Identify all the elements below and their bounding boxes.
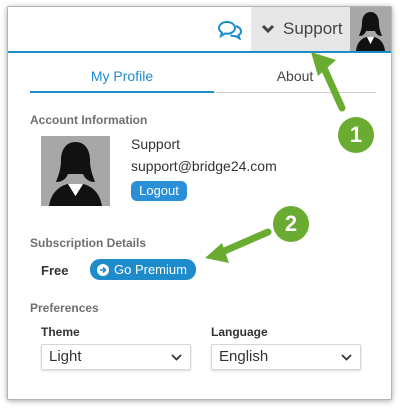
theme-value: Light — [49, 348, 82, 365]
language-label: Language — [211, 325, 268, 339]
chat-bubbles-icon[interactable] — [218, 20, 242, 40]
annotation-badge-2: 2 — [273, 206, 309, 242]
user-silhouette-icon — [41, 136, 110, 206]
support-menu-label: Support — [283, 19, 343, 38]
chevron-down-icon — [171, 354, 182, 361]
go-premium-button[interactable]: Go Premium — [90, 259, 196, 280]
language-value: English — [219, 348, 269, 365]
profile-tabs: My Profile About — [30, 67, 376, 93]
profile-popup: Support My Profile About Account Informa… — [7, 6, 392, 400]
language-select[interactable]: English — [211, 344, 361, 370]
logout-button[interactable]: Logout — [131, 181, 187, 201]
arrow-right-circle-icon — [97, 263, 109, 276]
chevron-down-icon — [341, 354, 352, 361]
subscription-plan: Free — [41, 263, 69, 278]
theme-label: Theme — [41, 325, 80, 339]
avatar[interactable] — [350, 7, 391, 51]
account-information-heading: Account Information — [30, 113, 148, 127]
chevron-down-icon — [261, 24, 275, 34]
profile-photo — [41, 136, 110, 206]
annotation-badge-1: 1 — [338, 117, 374, 153]
preferences-heading: Preferences — [30, 301, 99, 315]
theme-select[interactable]: Light — [41, 344, 191, 370]
account-name: Support — [131, 136, 181, 152]
topbar: Support — [8, 7, 391, 53]
user-silhouette-icon — [350, 7, 391, 51]
account-email: support@bridge24.com — [131, 158, 277, 174]
go-premium-label: Go Premium — [114, 262, 187, 277]
support-menu-button[interactable]: Support — [251, 7, 350, 51]
tab-my-profile[interactable]: My Profile — [30, 67, 214, 93]
subscription-details-heading: Subscription Details — [30, 236, 147, 250]
tab-about[interactable]: About — [214, 67, 376, 93]
